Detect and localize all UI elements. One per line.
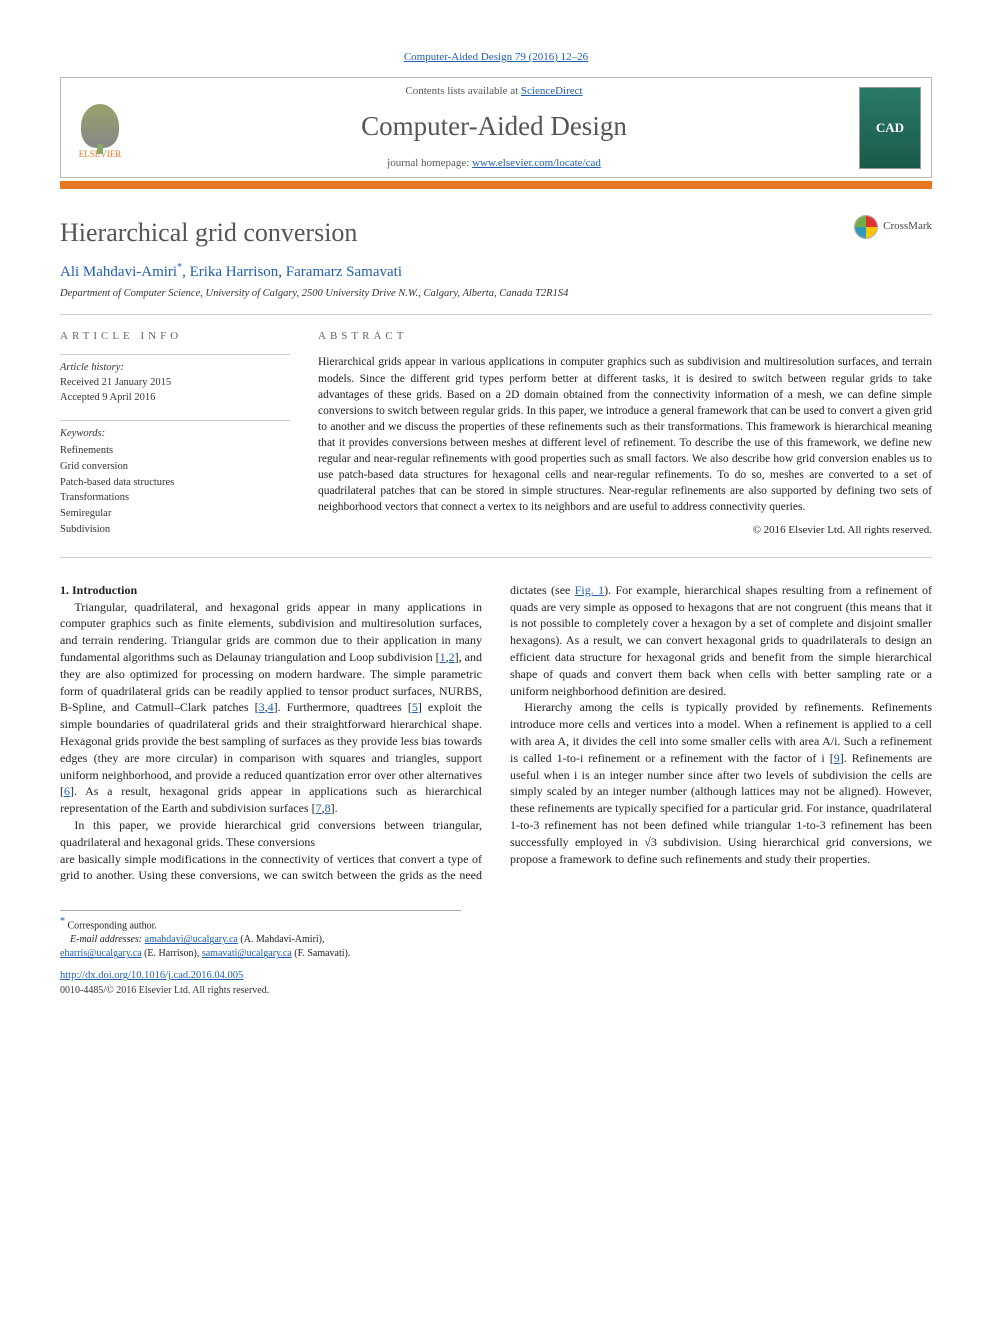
homepage-pre: journal homepage: (387, 157, 472, 169)
abstract-copyright: © 2016 Elsevier Ltd. All rights reserved… (318, 523, 932, 538)
author-2[interactable]: Erika Harrison (190, 264, 279, 280)
author-3[interactable]: Faramarz Samavati (286, 264, 402, 280)
divider (60, 314, 932, 315)
top-citation-link[interactable]: Computer-Aided Design 79 (2016) 12–26 (404, 51, 588, 63)
journal-cover-thumb: CAD (859, 87, 921, 169)
doi-block: http://dx.doi.org/10.1016/j.cad.2016.04.… (60, 969, 932, 998)
doi-link[interactable]: http://dx.doi.org/10.1016/j.cad.2016.04.… (60, 970, 243, 981)
accepted-date: Accepted 9 April 2016 (60, 392, 155, 403)
author-1[interactable]: Ali Mahdavi-Amiri (60, 264, 177, 280)
keyword: Grid conversion (60, 459, 290, 475)
crossmark-badge[interactable]: CrossMark (854, 215, 932, 239)
corr-marker: * (60, 916, 65, 927)
contents-line: Contents lists available at ScienceDirec… (129, 84, 859, 99)
divider-bar (60, 181, 932, 189)
journal-header: ELSEVIER Contents lists available at Sci… (60, 77, 932, 178)
email-link[interactable]: samavati@ucalgary.ca (202, 948, 292, 959)
corr-author-note: Corresponding author. (68, 920, 157, 931)
keyword: Refinements (60, 443, 290, 459)
received-date: Received 21 January 2015 (60, 377, 171, 388)
body-paragraph: In this paper, we provide hierarchical g… (60, 817, 482, 851)
keyword: Patch-based data structures (60, 475, 290, 491)
emails-label: E-mail addresses: (70, 934, 142, 945)
body-paragraph: Triangular, quadrilateral, and hexagonal… (60, 599, 482, 817)
elsevier-tree-icon (81, 104, 119, 148)
article-info-heading: ARTICLE INFO (60, 329, 290, 344)
crossmark-label: CrossMark (883, 219, 932, 234)
keyword: Subdivision (60, 522, 290, 538)
article-title: Hierarchical grid conversion (60, 215, 357, 251)
rights-line: 0010-4485/© 2016 Elsevier Ltd. All right… (60, 984, 932, 998)
keyword: Semiregular (60, 506, 290, 522)
article-info-pane: ARTICLE INFO Article history: Received 2… (60, 329, 290, 539)
figure-link[interactable]: Fig. 1 (575, 583, 604, 597)
top-citation: Computer-Aided Design 79 (2016) 12–26 (60, 50, 932, 65)
authors-line: Ali Mahdavi-Amiri*, Erika Harrison, Fara… (60, 261, 932, 283)
cover-label: CAD (876, 119, 904, 137)
contents-pre: Contents lists available at (405, 85, 520, 97)
divider (60, 557, 932, 558)
body-columns: 1. Introduction Triangular, quadrilatera… (60, 582, 932, 884)
history-label: Article history: (60, 362, 124, 373)
affiliation: Department of Computer Science, Universi… (60, 287, 932, 302)
sciencedirect-link[interactable]: ScienceDirect (521, 85, 583, 97)
homepage-line: journal homepage: www.elsevier.com/locat… (129, 156, 859, 171)
abstract-pane: ABSTRACT Hierarchical grids appear in va… (318, 329, 932, 539)
email-link[interactable]: amahdavi@ucalgary.ca (145, 934, 238, 945)
keywords-label: Keywords: (60, 427, 290, 442)
body-paragraph: Hierarchy among the cells is typically p… (510, 699, 932, 867)
abstract-heading: ABSTRACT (318, 329, 932, 344)
crossmark-icon (854, 215, 878, 239)
keyword: Transformations (60, 490, 290, 506)
homepage-link[interactable]: www.elsevier.com/locate/cad (472, 157, 601, 169)
footnotes: * Corresponding author. E-mail addresses… (60, 910, 461, 961)
journal-name: Computer-Aided Design (129, 108, 859, 146)
section-heading: 1. Introduction (60, 582, 482, 599)
abstract-body: Hierarchical grids appear in various app… (318, 354, 932, 515)
publisher-logo: ELSEVIER (71, 95, 129, 161)
email-link[interactable]: eharris@ucalgary.ca (60, 948, 142, 959)
